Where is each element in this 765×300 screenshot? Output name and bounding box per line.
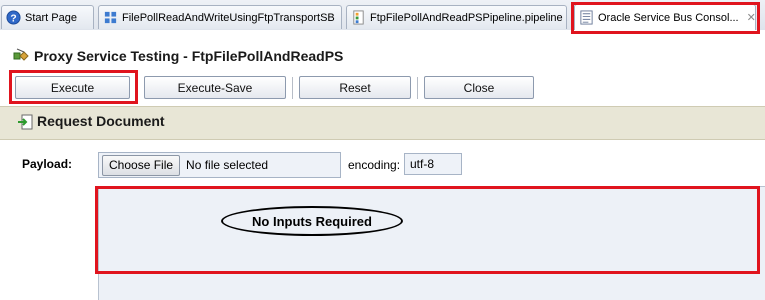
toolbar-separator xyxy=(137,77,138,99)
execute-button[interactable]: Execute xyxy=(15,76,130,99)
toolbar-separator xyxy=(417,77,418,99)
pipeline-icon xyxy=(353,10,364,25)
choose-file-button[interactable]: Choose File xyxy=(102,154,181,176)
tab-start-page[interactable]: ? Start Page xyxy=(1,5,94,29)
document-icon xyxy=(580,10,593,25)
execute-save-button[interactable]: Execute-Save xyxy=(144,76,286,99)
toolbar-separator xyxy=(292,77,293,99)
payload-file-input[interactable]: Choose File No file selected xyxy=(98,152,341,178)
tab-osb-console[interactable]: Oracle Service Bus Consol... ✕ xyxy=(574,4,756,30)
payload-input-area[interactable] xyxy=(98,186,765,300)
svg-text:?: ? xyxy=(10,13,16,24)
tab-pipeline[interactable]: FtpFilePollAndReadPSPipeline.pipeline xyxy=(346,5,567,29)
section-title: Request Document xyxy=(37,113,165,129)
file-status-text: No file selected xyxy=(186,158,269,172)
reset-button[interactable]: Reset xyxy=(299,76,411,99)
encoding-label: encoding: xyxy=(348,158,401,172)
tab-label: Start Page xyxy=(25,11,77,24)
application-icon xyxy=(104,11,117,24)
page-title: Proxy Service Testing - FtpFilePollAndRe… xyxy=(34,48,344,64)
request-document-icon xyxy=(18,114,33,130)
tab-label: FtpFilePollAndReadPSPipeline.pipeline xyxy=(370,11,563,24)
no-inputs-annotation: No Inputs Required xyxy=(221,206,403,236)
help-icon: ? xyxy=(6,10,21,25)
tab-label: Oracle Service Bus Consol... xyxy=(598,11,739,24)
payload-label: Payload: xyxy=(22,157,73,171)
tab-filepoll-sb[interactable]: FilePollReadAndWriteUsingFtpTransportSB xyxy=(98,5,342,29)
proxy-service-icon xyxy=(13,48,29,61)
close-tab-icon[interactable]: ✕ xyxy=(747,11,755,24)
close-button[interactable]: Close xyxy=(424,76,534,99)
encoding-field[interactable]: utf-8 xyxy=(404,153,462,175)
tab-label: FilePollReadAndWriteUsingFtpTransportSB xyxy=(122,11,335,24)
